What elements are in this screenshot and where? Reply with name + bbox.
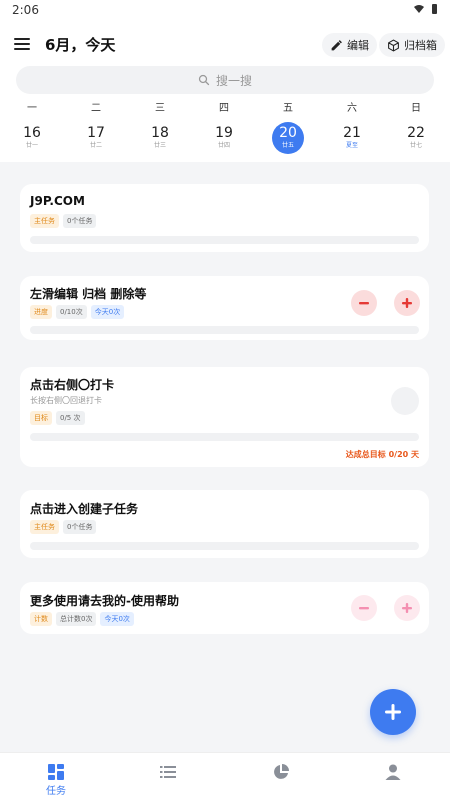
day-number: 18 [151,125,169,141]
person-icon [385,764,401,780]
increment-button[interactable] [394,290,420,316]
lunar-date: 夏至 [345,142,358,149]
task-title: 左滑编辑 归档 删除等 [30,287,147,301]
menu-icon[interactable] [14,38,30,50]
status-time: 2:06 [12,3,39,17]
plus-icon [385,704,401,720]
decrement-button[interactable] [351,290,377,316]
tag-today: 今天0次 [100,612,134,626]
progress-bar [30,542,419,550]
day-number: 21 [343,125,361,141]
day-thu[interactable]: 四 19 廿四 [204,100,244,154]
weekday-label: 六 [347,103,357,114]
app-header: 6月，今天 编辑 归档箱 [0,22,450,66]
lunar-date: 廿四 [217,142,230,149]
weekday-label: 二 [91,103,101,114]
task-card[interactable]: 更多使用请去我的-使用帮助 计数 总计数0次 今天0次 [20,582,429,634]
tag-count: 0个任务 [63,520,97,534]
pencil-icon [331,39,342,50]
progress-bar [30,433,419,441]
tag-type: 进度 [30,305,52,319]
box-icon [388,39,399,51]
page-title: 6月，今天 [45,36,116,54]
decrement-button[interactable] [351,595,377,621]
goal-status: 达成总目标 0/20 天 [345,450,419,459]
day-number: 17 [87,125,105,141]
checkin-circle-button[interactable] [391,387,419,415]
tag-progress: 0/10次 [56,305,87,319]
nav-list[interactable] [138,763,198,785]
weekday-label: 四 [219,103,229,114]
day-mon[interactable]: 一 16 廿一 [12,100,52,154]
task-title: 点击进入创建子任务 [30,502,139,516]
tag-today: 今天0次 [90,305,125,319]
day-sun[interactable]: 日 22 廿七 [396,100,436,154]
battery-icon [432,4,437,14]
tag-total: 总计数0次 [56,612,97,626]
archive-label: 归档箱 [404,39,437,52]
lunar-date: 廿三 [153,142,166,149]
day-number: 22 [407,125,425,141]
day-sat[interactable]: 六 21 夏至 [332,100,372,154]
tag-count: 0个任务 [63,214,97,228]
add-task-button[interactable] [370,689,416,735]
day-fri-selected[interactable]: 五 20 廿五 [268,100,308,154]
grid-icon [48,764,64,780]
plus-icon [402,298,412,308]
tag-progress: 0/5 次 [56,411,85,425]
weekday-label: 三 [155,103,165,114]
task-card[interactable]: 点击进入创建子任务 主任务 0个任务 [20,490,429,558]
tag-type: 主任务 [30,214,59,228]
tag-type: 计数 [30,612,52,626]
search-placeholder: 搜一搜 [215,73,252,88]
nav-statistics[interactable] [251,763,311,785]
increment-button[interactable] [394,595,420,621]
archive-button[interactable]: 归档箱 [379,33,445,57]
task-card[interactable]: J9P.COM 主任务 0个任务 [20,184,429,252]
pie-chart-icon [274,764,289,779]
weekday-label: 日 [411,103,421,114]
search-input[interactable]: 搜一搜 [16,66,434,94]
minus-icon [359,302,369,305]
task-subtitle: 长按右侧〇回退打卡 [30,396,102,405]
day-wed[interactable]: 三 18 廿三 [140,100,180,154]
lunar-date: 廿五 [281,142,294,149]
weekday-label: 五 [283,103,293,114]
task-title: 更多使用请去我的-使用帮助 [30,594,179,608]
lunar-date: 廿一 [25,142,38,149]
task-card[interactable]: 点击右侧〇打卡 长按右侧〇回退打卡 目标 0/5 次 达成总目标 0/20 天 [20,367,429,467]
wifi-icon [414,5,424,13]
status-bar: 2:06 [0,0,450,22]
day-tue[interactable]: 二 17 廿二 [76,100,116,154]
nav-profile[interactable] [363,763,423,785]
task-card[interactable]: 左滑编辑 归档 删除等 进度 0/10次 今天0次 [20,276,429,340]
day-number: 20 [279,125,297,141]
edit-label: 编辑 [347,39,369,52]
day-number: 19 [215,125,233,141]
task-title: 点击右侧〇打卡 [30,378,115,392]
list-icon [160,766,176,778]
progress-bar [30,236,419,244]
weekday-label: 一 [27,103,37,114]
nav-tasks[interactable]: 任务 [26,763,86,799]
plus-icon [402,603,412,613]
lunar-date: 廿二 [89,142,102,149]
nav-tasks-label: 任务 [46,786,66,797]
day-number: 16 [23,125,41,141]
edit-button[interactable]: 编辑 [322,33,377,57]
tag-type: 主任务 [30,520,59,534]
bottom-navigation: 任务 [0,752,450,800]
minus-icon [359,607,369,610]
tag-type: 目标 [30,411,52,425]
progress-bar [30,326,419,334]
task-title: J9P.COM [30,194,85,208]
week-calendar: 一 16 廿一 二 17 廿二 三 18 廿三 四 19 廿四 五 20 廿五 六 21 夏… [0,100,450,162]
lunar-date: 廿七 [409,142,422,149]
search-icon [198,74,210,86]
